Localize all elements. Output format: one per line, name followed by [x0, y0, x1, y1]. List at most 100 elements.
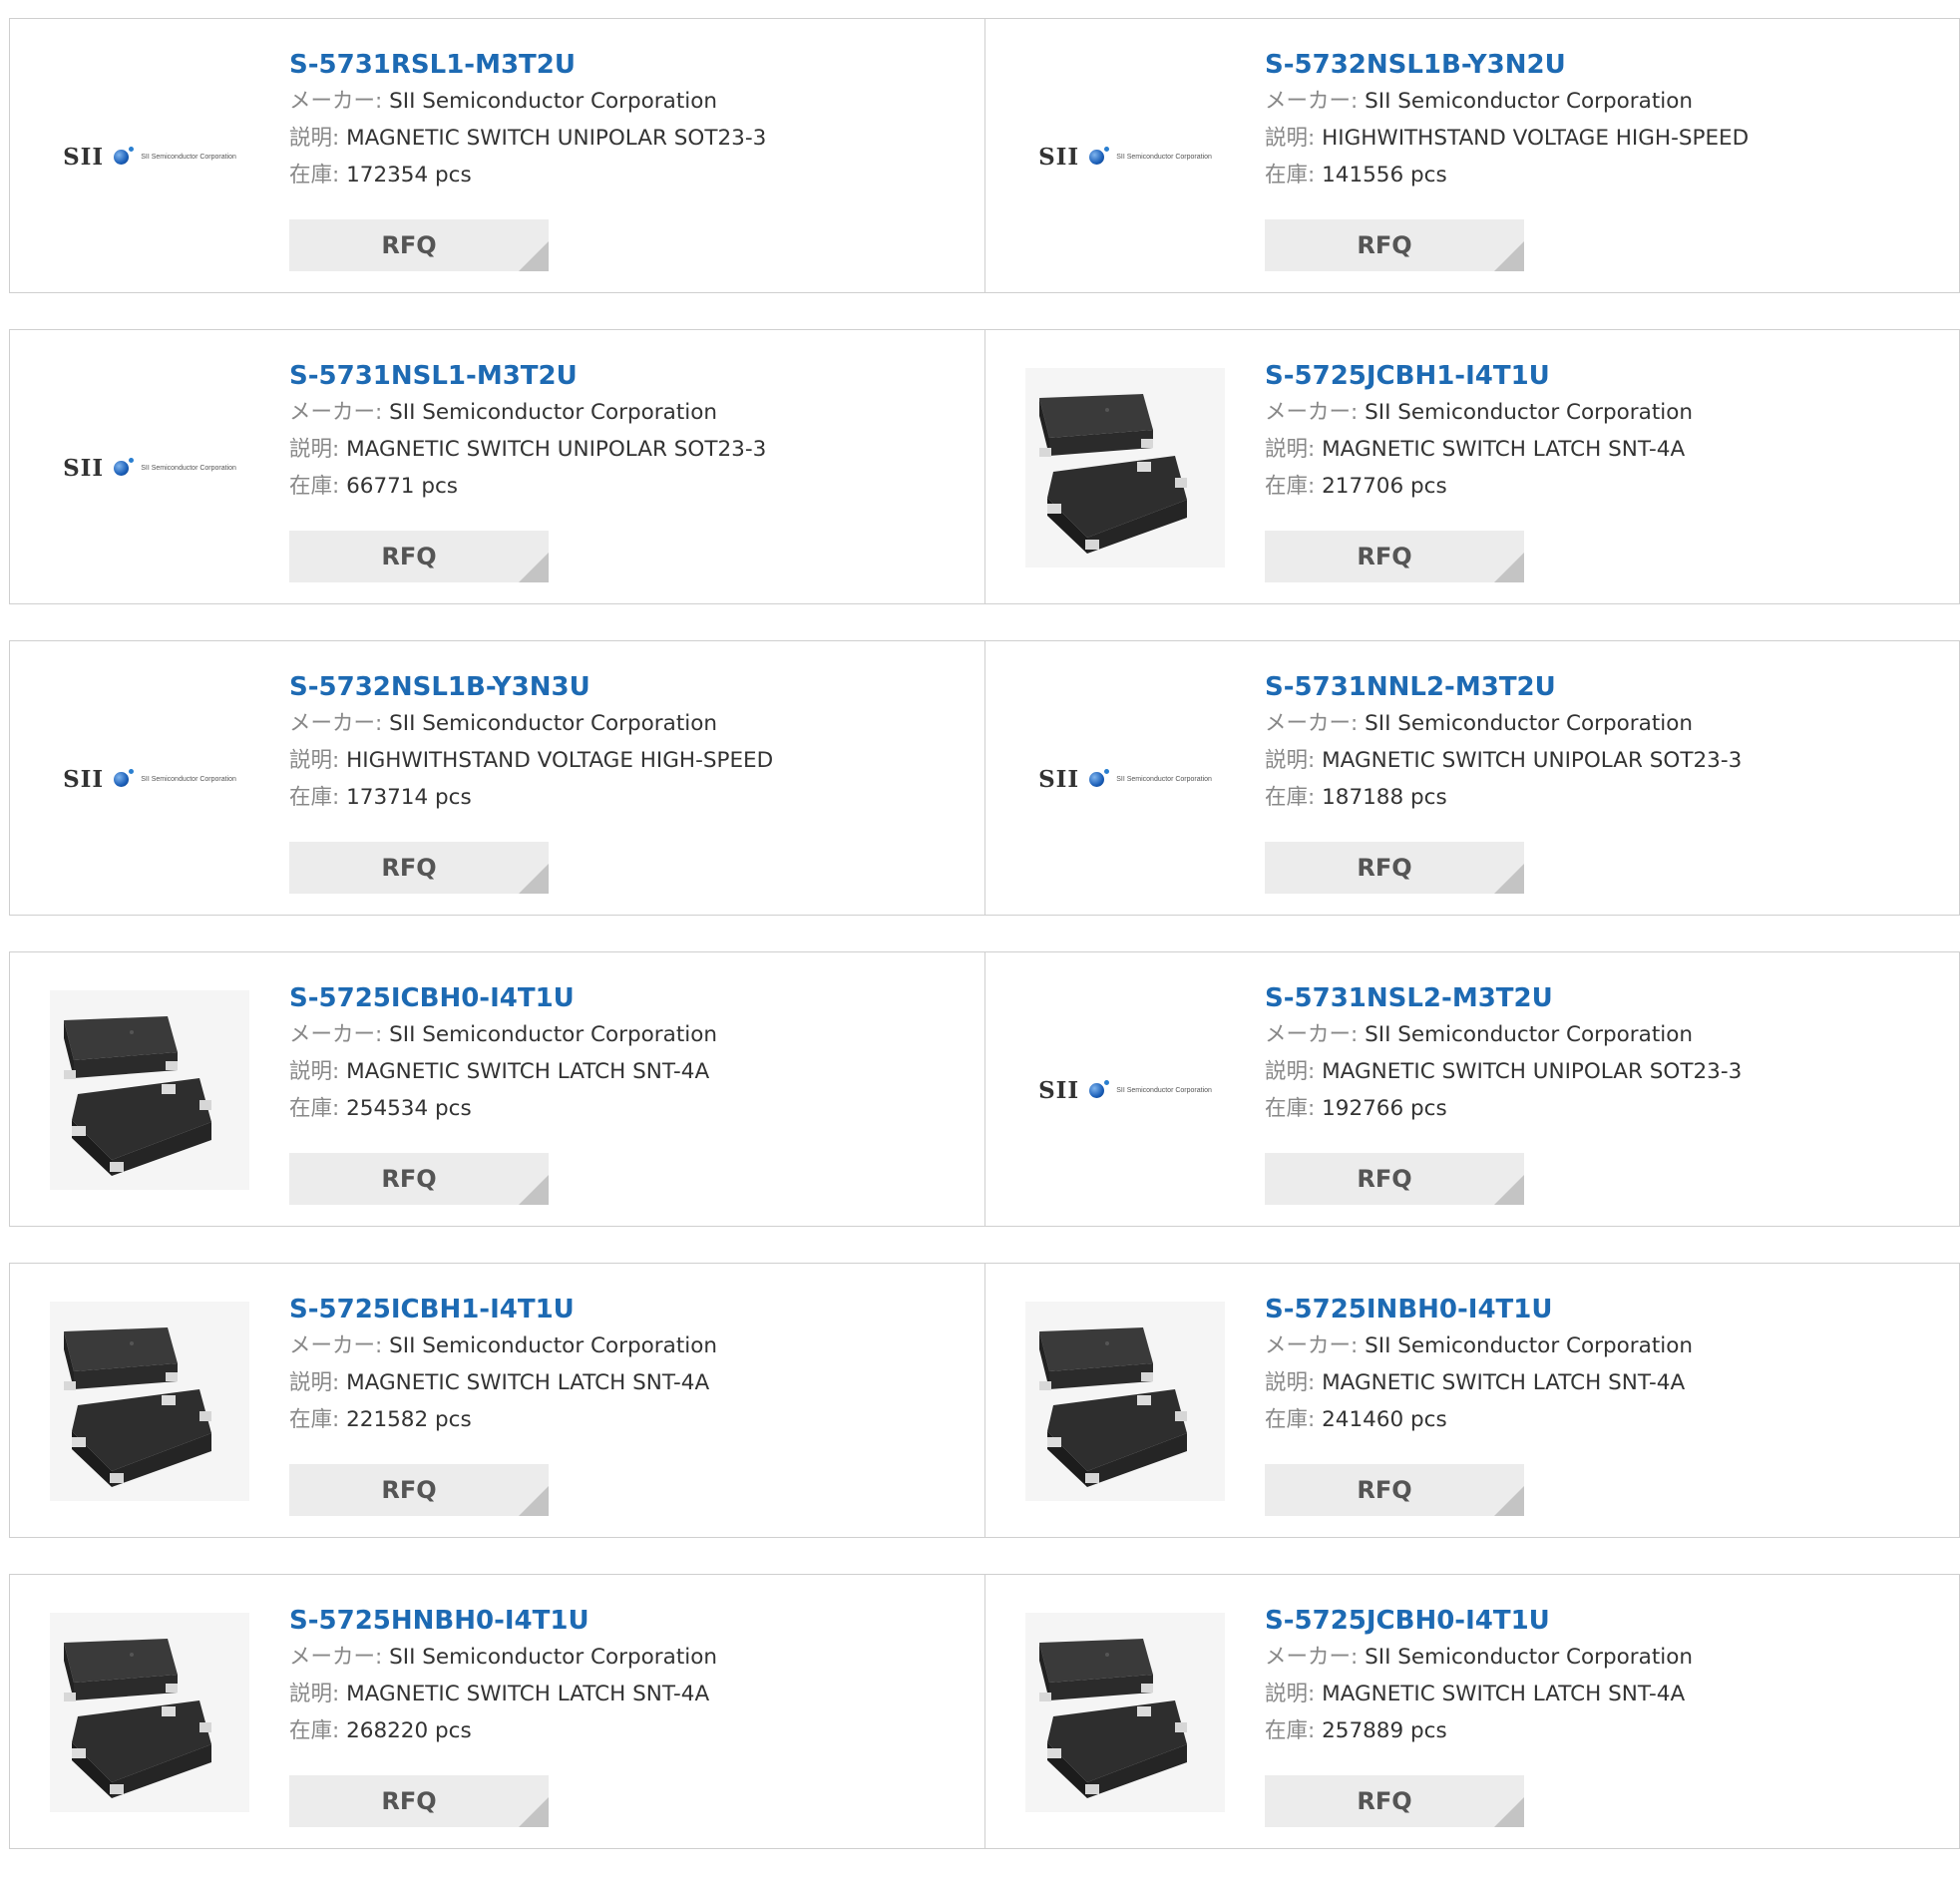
- part-number-link[interactable]: S-5731NSL2-M3T2U: [1265, 980, 1949, 1016]
- description-line: 説明: MAGNETIC SWITCH UNIPOLAR SOT23-3: [1265, 742, 1949, 779]
- rfq-button[interactable]: RFQ: [1265, 842, 1524, 894]
- product-image[interactable]: SII SII Semiconductor Corporation: [50, 57, 249, 256]
- description-line: 説明: HIGHWITHSTAND VOLTAGE HIGH-SPEED: [1265, 120, 1949, 157]
- sii-logo-text: SII: [1038, 143, 1080, 171]
- part-number-link[interactable]: S-5732NSL1B-Y3N2U: [1265, 47, 1949, 83]
- maker-label: メーカー:: [1265, 89, 1359, 114]
- rfq-label: RFQ: [1357, 1787, 1412, 1815]
- product-card: S-5725ICBH0-I4T1U メーカー: SII Semiconducto…: [10, 952, 985, 1226]
- stock-value: 257889 pcs: [1322, 1718, 1447, 1743]
- product-info: S-5731NSL2-M3T2U メーカー: SII Semiconductor…: [1265, 980, 1949, 1127]
- rfq-button[interactable]: RFQ: [289, 531, 549, 582]
- part-number-link[interactable]: S-5725ICBH1-I4T1U: [289, 1292, 975, 1327]
- sii-logo-subtext: SII Semiconductor Corporation: [1116, 775, 1212, 783]
- maker-label: メーカー:: [289, 1645, 383, 1670]
- product-card: SII SII Semiconductor Corporation S-5731…: [10, 19, 985, 292]
- part-number-link[interactable]: S-5731NNL2-M3T2U: [1265, 669, 1949, 705]
- product-image[interactable]: SII SII Semiconductor Corporation: [50, 368, 249, 567]
- stock-line: 在庫: 241460 pcs: [1265, 1401, 1949, 1438]
- description-label: 説明:: [289, 1682, 340, 1706]
- sii-logo-subtext: SII Semiconductor Corporation: [141, 464, 236, 472]
- product-row: S-5725ICBH1-I4T1U メーカー: SII Semiconducto…: [9, 1263, 1960, 1538]
- maker-value: SII Semiconductor Corporation: [1365, 1022, 1694, 1047]
- sii-logo-text: SII: [1038, 765, 1080, 793]
- product-info: S-5731NNL2-M3T2U メーカー: SII Semiconductor…: [1265, 669, 1949, 816]
- description-line: 説明: MAGNETIC SWITCH LATCH SNT-4A: [1265, 1364, 1949, 1401]
- rfq-button[interactable]: RFQ: [1265, 1775, 1524, 1827]
- maker-line: メーカー: SII Semiconductor Corporation: [1265, 1639, 1949, 1676]
- sii-logo-text: SII: [1038, 1076, 1080, 1104]
- maker-value: SII Semiconductor Corporation: [389, 1022, 718, 1047]
- description-line: 説明: MAGNETIC SWITCH LATCH SNT-4A: [1265, 431, 1949, 468]
- maker-value: SII Semiconductor Corporation: [389, 1333, 718, 1358]
- product-image[interactable]: [50, 990, 249, 1190]
- rfq-label: RFQ: [381, 231, 437, 259]
- stock-label: 在庫:: [289, 1407, 340, 1432]
- part-number-link[interactable]: S-5732NSL1B-Y3N3U: [289, 669, 975, 705]
- stock-line: 在庫: 257889 pcs: [1265, 1712, 1949, 1749]
- part-number-link[interactable]: S-5725INBH0-I4T1U: [1265, 1292, 1949, 1327]
- product-image[interactable]: [1025, 1302, 1225, 1501]
- chip-package-photo: [50, 1302, 249, 1501]
- product-info: S-5725ICBH1-I4T1U メーカー: SII Semiconducto…: [289, 1292, 975, 1438]
- maker-line: メーカー: SII Semiconductor Corporation: [289, 394, 975, 431]
- maker-line: メーカー: SII Semiconductor Corporation: [1265, 1327, 1949, 1364]
- stock-value: 173714 pcs: [346, 785, 472, 810]
- part-number-link[interactable]: S-5731NSL1-M3T2U: [289, 358, 975, 394]
- rfq-label: RFQ: [381, 543, 437, 570]
- stock-label: 在庫:: [289, 474, 340, 499]
- part-number-link[interactable]: S-5725ICBH0-I4T1U: [289, 980, 975, 1016]
- rfq-label: RFQ: [381, 1165, 437, 1193]
- rfq-button[interactable]: RFQ: [1265, 531, 1524, 582]
- product-image[interactable]: [50, 1302, 249, 1501]
- description-label: 説明:: [289, 748, 340, 773]
- description-line: 説明: MAGNETIC SWITCH LATCH SNT-4A: [1265, 1676, 1949, 1712]
- rfq-button[interactable]: RFQ: [1265, 219, 1524, 271]
- maker-label: メーカー:: [1265, 400, 1359, 425]
- part-number-link[interactable]: S-5725JCBH0-I4T1U: [1265, 1603, 1949, 1639]
- stock-value: 254534 pcs: [346, 1096, 472, 1121]
- chip-package-photo: [50, 1613, 249, 1812]
- maker-label: メーカー:: [289, 89, 383, 114]
- rfq-button[interactable]: RFQ: [289, 1775, 549, 1827]
- description-value: HIGHWITHSTAND VOLTAGE HIGH-SPEED: [346, 748, 774, 773]
- part-number-link[interactable]: S-5725HNBH0-I4T1U: [289, 1603, 975, 1639]
- product-image[interactable]: SII SII Semiconductor Corporation: [1025, 990, 1225, 1190]
- stock-label: 在庫:: [1265, 1407, 1316, 1432]
- product-image[interactable]: [1025, 368, 1225, 567]
- product-card: S-5725INBH0-I4T1U メーカー: SII Semiconducto…: [985, 1264, 1959, 1537]
- product-image[interactable]: SII SII Semiconductor Corporation: [1025, 57, 1225, 256]
- maker-line: メーカー: SII Semiconductor Corporation: [289, 1327, 975, 1364]
- description-label: 説明:: [1265, 748, 1316, 773]
- product-image[interactable]: SII SII Semiconductor Corporation: [50, 679, 249, 879]
- product-image[interactable]: [1025, 1613, 1225, 1812]
- stock-line: 在庫: 66771 pcs: [289, 468, 975, 505]
- product-image[interactable]: [50, 1613, 249, 1812]
- product-card: SII SII Semiconductor Corporation S-5732…: [10, 641, 985, 915]
- part-number-link[interactable]: S-5725JCBH1-I4T1U: [1265, 358, 1949, 394]
- sii-logo: SII SII Semiconductor Corporation: [63, 766, 236, 793]
- rfq-button[interactable]: RFQ: [289, 842, 549, 894]
- rfq-label: RFQ: [381, 1476, 437, 1504]
- rfq-button[interactable]: RFQ: [289, 219, 549, 271]
- product-card: S-5725HNBH0-I4T1U メーカー: SII Semiconducto…: [10, 1575, 985, 1848]
- rfq-button[interactable]: RFQ: [289, 1153, 549, 1205]
- description-value: MAGNETIC SWITCH LATCH SNT-4A: [1322, 437, 1686, 462]
- stock-label: 在庫:: [289, 785, 340, 810]
- maker-value: SII Semiconductor Corporation: [389, 89, 718, 114]
- maker-value: SII Semiconductor Corporation: [1365, 400, 1694, 425]
- product-info: S-5731NSL1-M3T2U メーカー: SII Semiconductor…: [289, 358, 975, 505]
- rfq-button[interactable]: RFQ: [1265, 1464, 1524, 1516]
- stock-label: 在庫:: [1265, 1096, 1316, 1121]
- sii-logo-subtext: SII Semiconductor Corporation: [141, 153, 236, 161]
- stock-label: 在庫:: [289, 1096, 340, 1121]
- description-line: 説明: HIGHWITHSTAND VOLTAGE HIGH-SPEED: [289, 742, 975, 779]
- product-image[interactable]: SII SII Semiconductor Corporation: [1025, 679, 1225, 879]
- rfq-button[interactable]: RFQ: [1265, 1153, 1524, 1205]
- maker-label: メーカー:: [1265, 1022, 1359, 1047]
- sii-logo-mark: [1089, 146, 1110, 165]
- stock-value: 241460 pcs: [1322, 1407, 1447, 1432]
- maker-line: メーカー: SII Semiconductor Corporation: [1265, 705, 1949, 742]
- part-number-link[interactable]: S-5731RSL1-M3T2U: [289, 47, 975, 83]
- rfq-button[interactable]: RFQ: [289, 1464, 549, 1516]
